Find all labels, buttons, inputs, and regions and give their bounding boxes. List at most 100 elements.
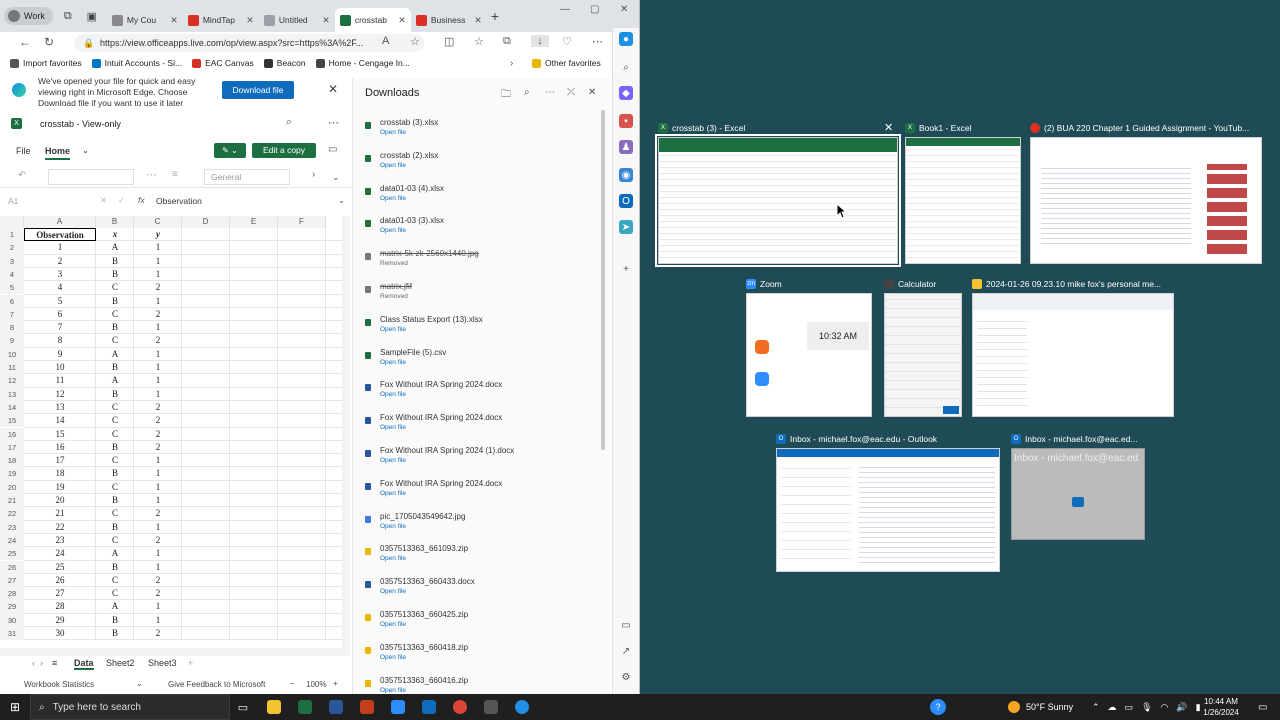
table-cell[interactable]: 22 (24, 521, 96, 534)
other-favorites[interactable]: Other favorites (532, 58, 601, 68)
row-header[interactable]: 23 (0, 520, 24, 534)
close-notice-icon[interactable]: ✕ (328, 82, 338, 96)
table-cell[interactable]: 28 (24, 600, 96, 613)
row-header[interactable]: 20 (0, 480, 24, 494)
table-cell[interactable]: B (96, 255, 134, 268)
excel-taskbar-icon[interactable] (294, 696, 316, 718)
download-filename[interactable]: Fox Without IRA Spring 2024.docx (380, 413, 502, 422)
table-cell[interactable]: 1 (134, 241, 182, 254)
table-cell[interactable]: 2 (134, 334, 182, 347)
add-sidebar-app-icon[interactable]: + (619, 262, 633, 276)
search-icon[interactable]: ⌕ (619, 60, 633, 74)
name-box[interactable]: A1 (8, 196, 18, 206)
table-cell[interactable]: A (96, 374, 134, 387)
row-header[interactable]: 19 (0, 467, 24, 481)
table-cell[interactable]: 21 (24, 507, 96, 520)
row-header[interactable]: 6 (0, 294, 24, 308)
download-status-link[interactable]: Open file (380, 621, 406, 628)
download-filename[interactable]: 0357513363_660416.zip (380, 676, 468, 685)
download-status-link[interactable]: Open file (380, 227, 406, 234)
table-cell[interactable]: 11 (24, 374, 96, 387)
more-font-icon[interactable]: ⋯ (146, 168, 157, 181)
table-cell[interactable]: 1 (134, 494, 182, 507)
align-icon[interactable]: ≡ (172, 169, 178, 180)
browser-tab[interactable]: MindTap ✕ (183, 8, 259, 32)
table-cell[interactable]: B (96, 494, 134, 507)
select-all-corner[interactable] (0, 216, 24, 228)
close-window-button[interactable]: ✕ (620, 4, 628, 15)
favorite-link[interactable]: Beacon (263, 58, 306, 68)
download-filename[interactable]: 0357513363_660425.zip (380, 610, 468, 619)
row-header[interactable]: 28 (0, 587, 24, 601)
row-header[interactable]: 27 (0, 573, 24, 588)
download-filename[interactable]: pic_1705043549642.jpg (380, 512, 465, 521)
header-cell[interactable]: y (134, 228, 182, 241)
download-filename[interactable]: matrix.jfif (380, 282, 412, 291)
chevron-down-icon[interactable]: ⌄ (82, 146, 89, 155)
column-header[interactable]: A (24, 216, 96, 228)
table-cell[interactable]: 1 (134, 388, 182, 401)
row-header[interactable]: 13 (0, 387, 24, 401)
table-cell[interactable]: 1 (134, 348, 182, 361)
column-header[interactable]: C (134, 216, 182, 228)
table-cell[interactable]: 26 (24, 574, 96, 587)
download-filename[interactable]: Fox Without IRA Spring 2024.docx (380, 479, 502, 488)
all-sheets-icon[interactable]: ≡ (52, 658, 57, 668)
table-cell[interactable]: 1 (134, 321, 182, 334)
editing-mode-button[interactable]: ✎ ⌄ (214, 143, 246, 158)
powerpoint-taskbar-icon[interactable] (356, 696, 378, 718)
refresh-icon[interactable]: ↻ (38, 35, 60, 49)
more-options-icon[interactable]: ⋯ (545, 87, 555, 98)
download-filename[interactable]: Fox Without IRA Spring 2024.docx (380, 380, 502, 389)
favorite-link[interactable]: Home - Cengage In... (315, 58, 410, 68)
download-item[interactable]: data01-03 (4).xlsx Open file (365, 184, 595, 212)
window-thumbnail[interactable] (884, 293, 962, 417)
close-tab-icon[interactable]: ✕ (322, 15, 330, 26)
table-cell[interactable]: C (96, 574, 134, 587)
favorite-link[interactable]: Intuit Accounts - Si... (91, 58, 182, 68)
table-cell[interactable]: 1 (134, 295, 182, 308)
row-header[interactable]: 21 (0, 494, 24, 508)
download-status-link[interactable]: Open file (380, 195, 406, 202)
table-cell[interactable]: 1 (134, 454, 182, 467)
more-options-icon[interactable]: ⋯ (328, 116, 339, 129)
table-cell[interactable]: C (96, 481, 134, 494)
sheet-prev-icon[interactable]: ‹ (32, 658, 35, 668)
url-field[interactable]: 🔒 https://view.officeapps.live.com/op/vi… (74, 34, 424, 52)
sheet-next-icon[interactable]: › (40, 658, 43, 668)
download-filename[interactable]: Class Status Export (13).xlsx (380, 315, 483, 324)
sheet-tab-data[interactable]: Data (74, 658, 94, 670)
row-header[interactable]: 1 (0, 228, 24, 242)
row-header[interactable]: 17 (0, 440, 24, 455)
table-cell[interactable]: 1 (134, 268, 182, 281)
copilot-icon[interactable]: ● (619, 32, 633, 46)
cloud-icon[interactable]: ☁ (1108, 702, 1117, 713)
table-cell[interactable]: 1 (134, 361, 182, 374)
table-cell[interactable]: 5 (24, 295, 96, 308)
chrome-taskbar-icon[interactable] (449, 696, 471, 718)
horizontal-scrollbar[interactable] (0, 648, 350, 656)
table-cell[interactable]: 25 (24, 561, 96, 574)
row-header[interactable]: 24 (0, 533, 24, 548)
workspaces-icon[interactable]: ⧉ (59, 7, 77, 25)
table-cell[interactable]: 1 (134, 374, 182, 387)
network-icon[interactable]: ▭ (1125, 702, 1134, 713)
split-screen-icon[interactable]: ◫ (444, 35, 454, 48)
download-item[interactable]: 0357513363_661093.zip Open file (365, 544, 595, 572)
row-header[interactable]: 25 (0, 547, 24, 561)
table-cell[interactable]: 2 (134, 428, 182, 441)
window-thumbnail[interactable]: Inbox - michael.fox@eac.ed (1011, 448, 1145, 540)
row-header[interactable]: 4 (0, 267, 24, 282)
word-taskbar-icon[interactable] (325, 696, 347, 718)
download-item[interactable]: pic_1705043549642.jpg Open file (365, 512, 595, 540)
table-cell[interactable]: 1 (134, 614, 182, 627)
download-status-link[interactable]: Open file (380, 457, 406, 464)
table-cell[interactable]: 13 (24, 401, 96, 414)
window-thumbnail[interactable] (655, 134, 901, 267)
row-header[interactable]: 5 (0, 281, 24, 295)
search-icon[interactable]: ⌕ (524, 87, 530, 98)
table-cell[interactable]: 2 (134, 627, 182, 640)
download-status-link[interactable]: Open file (380, 391, 406, 398)
new-tab-button[interactable]: + (491, 8, 499, 24)
formula-text[interactable]: Observation (156, 196, 202, 206)
